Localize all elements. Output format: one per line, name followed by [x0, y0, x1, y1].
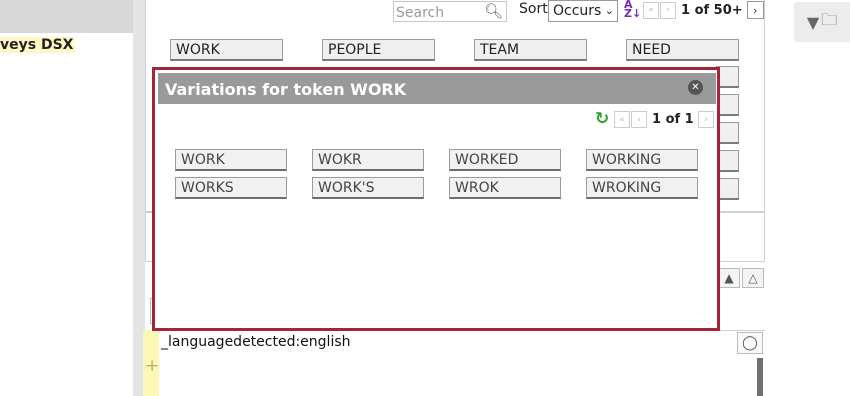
tool-icon[interactable]: △ [742, 268, 764, 288]
sort-label: Sort [519, 1, 548, 17]
variation-button[interactable]: WORK'S [312, 177, 424, 199]
folder-icon: 🗀︎ [821, 9, 838, 29]
first-page-button[interactable]: « [614, 111, 630, 128]
token-pager: « ‹ 1 of 50+ › [643, 1, 764, 19]
dialog-title: Variations for token WORK [165, 80, 407, 99]
close-icon[interactable]: ✕ [688, 80, 703, 95]
page-indicator: 1 of 50+ [681, 2, 743, 18]
prev-page-button[interactable]: ‹ [660, 1, 676, 19]
dialog-pager: « ‹ 1 of 1 › [614, 111, 715, 128]
left-sidebar: veys DSX [0, 0, 133, 396]
lightbulb-icon[interactable]: ◯ [737, 332, 763, 354]
sort-selected-value: Occurs [553, 3, 602, 19]
variation-button[interactable]: WORKS [175, 177, 287, 199]
variation-button[interactable]: WROK [449, 177, 561, 199]
next-page-button[interactable]: › [746, 1, 764, 19]
variation-button[interactable]: WORKED [449, 149, 561, 171]
variation-button[interactable]: WROKING [586, 177, 698, 199]
token-button[interactable]: TEAM [474, 39, 587, 61]
sort-select[interactable]: Occurs ⌄ [548, 0, 618, 22]
search-box[interactable]: 🔍︎ [393, 1, 507, 23]
dialog-body [158, 104, 716, 324]
right-panel [765, 0, 850, 396]
editor-scrollbar[interactable] [757, 358, 763, 396]
next-page-button[interactable]: › [697, 111, 714, 128]
plus-icon[interactable]: + [145, 356, 159, 376]
sidebar-selected-item[interactable] [0, 0, 133, 33]
variation-button[interactable]: WORK [175, 149, 287, 171]
first-page-button[interactable]: « [643, 1, 659, 19]
refresh-icon[interactable]: ↻ [595, 109, 609, 129]
project-label[interactable]: veys DSX [0, 37, 76, 53]
variation-button[interactable]: WORKING [586, 149, 698, 171]
chevron-down-icon: ⌄ [604, 4, 614, 17]
filter-icon: ▼ [806, 12, 820, 32]
tool-icon[interactable]: ▲ [718, 268, 740, 288]
token-button[interactable]: WORK [170, 39, 283, 61]
editor-line[interactable]: _languagedetected:english [161, 334, 351, 350]
search-input[interactable] [394, 3, 482, 23]
prev-page-button[interactable]: ‹ [631, 111, 647, 128]
variation-button[interactable]: WOKR [312, 149, 424, 171]
dialog-page-indicator: 1 of 1 [652, 112, 694, 127]
sort-az-icon[interactable]: A Z↓ [624, 0, 641, 19]
token-button[interactable]: NEED [626, 39, 739, 61]
search-icon[interactable]: 🔍︎ [484, 2, 503, 20]
token-button[interactable]: PEOPLE [322, 39, 435, 61]
filter-folder-button[interactable]: ▼ 🗀︎ [794, 2, 850, 42]
